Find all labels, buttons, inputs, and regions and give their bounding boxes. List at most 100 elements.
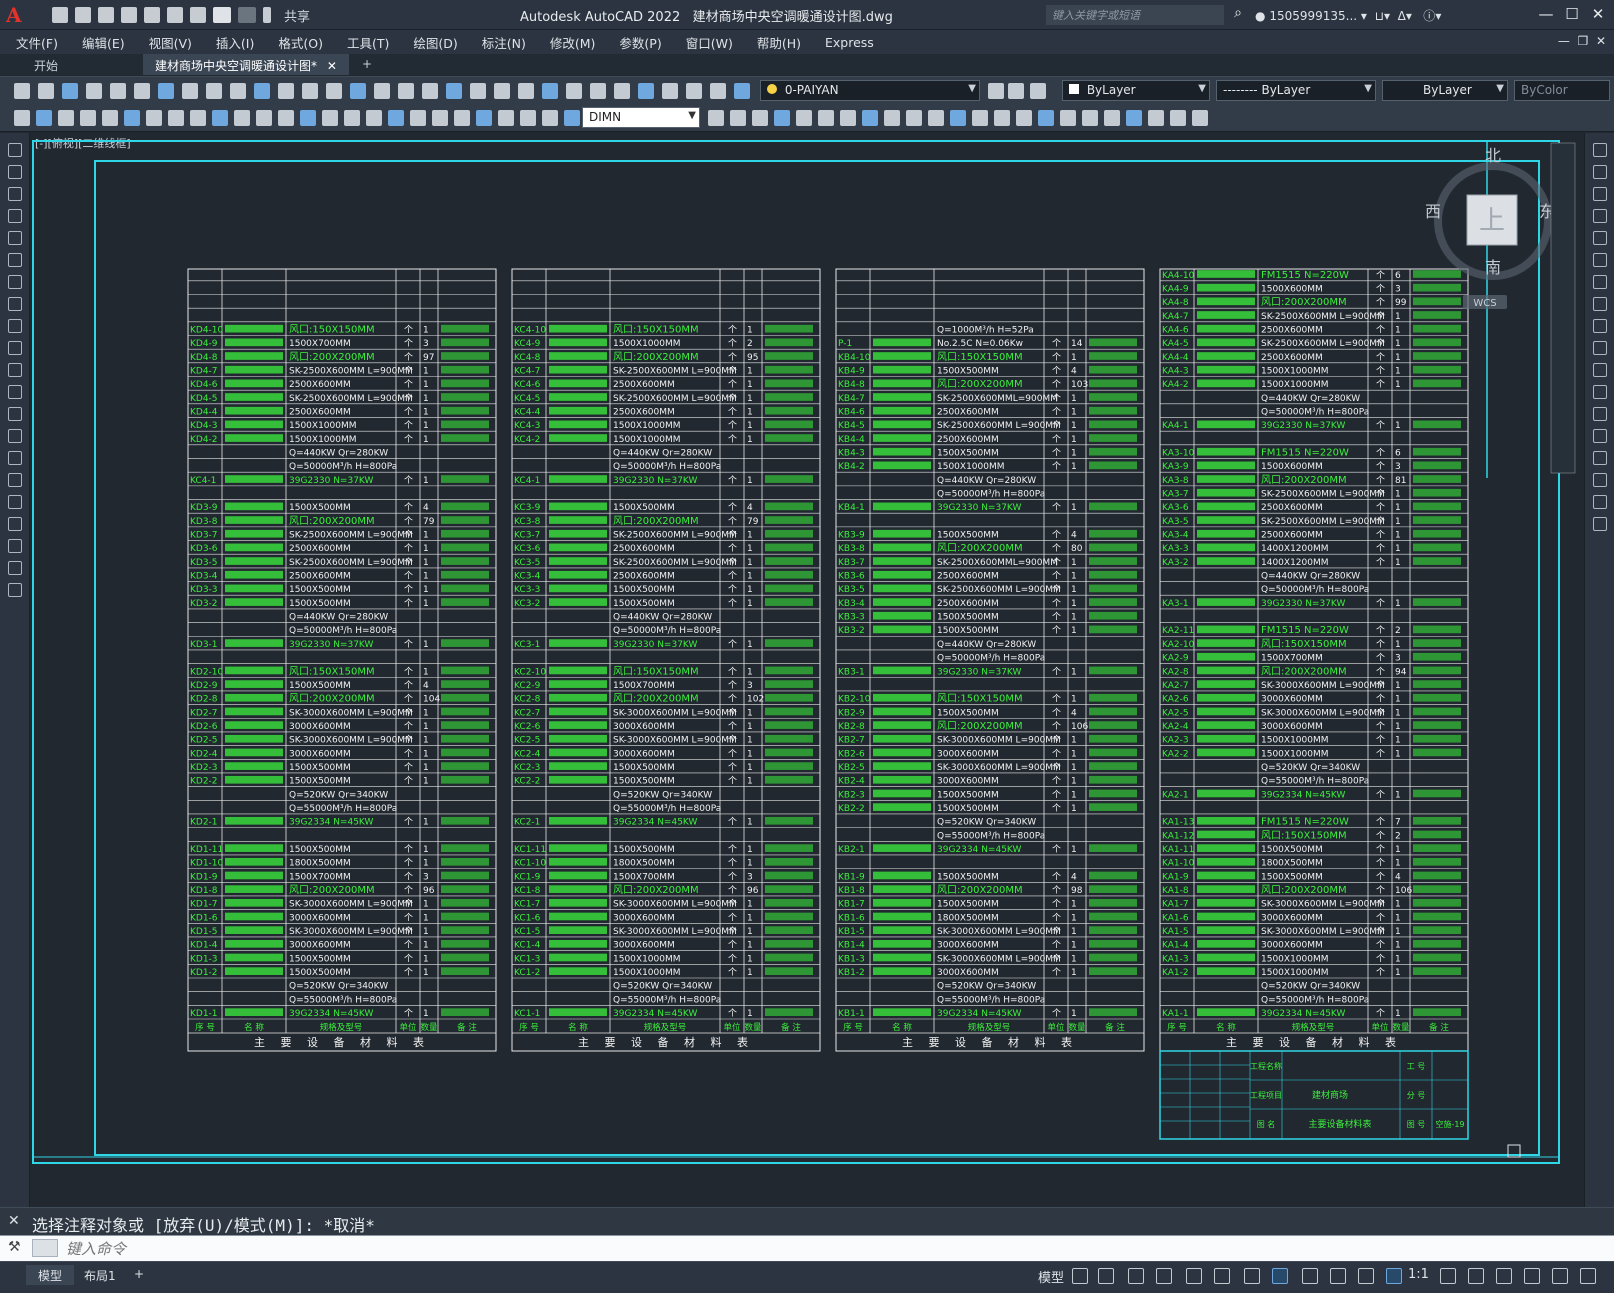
status-toggle-icon-0[interactable] xyxy=(1072,1268,1088,1284)
menu-insert[interactable]: 插入(I) xyxy=(204,33,266,52)
draw-icon-9[interactable] xyxy=(8,341,22,355)
standard-tool-icon-19[interactable] xyxy=(470,83,486,99)
draw-tool-icon-9[interactable] xyxy=(212,110,228,126)
new-icon[interactable] xyxy=(52,7,68,23)
standard-tool-icon-24[interactable] xyxy=(590,83,606,99)
standard-tool-icon-18[interactable] xyxy=(446,83,462,99)
draw-tool-icon-5[interactable] xyxy=(124,110,140,126)
cart-icon[interactable]: ⊔ xyxy=(1375,9,1384,23)
draw-tool-icon-45[interactable] xyxy=(1126,110,1142,126)
standard-tool-icon-4[interactable] xyxy=(110,83,126,99)
autocad-logo[interactable]: A xyxy=(6,3,28,27)
status-toggle-icon-16[interactable] xyxy=(1552,1268,1568,1284)
draw-tool-icon-24[interactable] xyxy=(542,110,558,126)
menu-window[interactable]: 窗口(W) xyxy=(674,33,745,52)
modify-icon-15[interactable] xyxy=(1593,473,1607,487)
export-icon[interactable] xyxy=(167,7,183,23)
menu-help[interactable]: 帮助(H) xyxy=(745,33,813,52)
annotation-scale[interactable]: 1:1 xyxy=(1408,1267,1429,1282)
status-toggle-icon-17[interactable] xyxy=(1580,1268,1596,1284)
draw-icon-0[interactable] xyxy=(8,143,22,157)
draw-tool-icon-32[interactable] xyxy=(840,110,856,126)
modify-icon-1[interactable] xyxy=(1593,165,1607,179)
modify-icon-2[interactable] xyxy=(1593,187,1607,201)
draw-tool-icon-15[interactable] xyxy=(344,110,360,126)
draw-tool-icon-25[interactable] xyxy=(564,110,580,126)
menu-express[interactable]: Express xyxy=(813,35,886,50)
standard-tool-icon-22[interactable] xyxy=(542,83,558,99)
search-box[interactable]: 键入关键字或短语 xyxy=(1046,5,1224,25)
draw-tool-icon-42[interactable] xyxy=(1060,110,1076,126)
status-toggle-icon-11[interactable] xyxy=(1386,1268,1402,1284)
maximize-button[interactable]: ☐ xyxy=(1562,5,1582,25)
tab-layout1[interactable]: 布局1 xyxy=(72,1265,128,1285)
draw-icon-13[interactable] xyxy=(8,429,22,443)
publish-icon[interactable] xyxy=(144,7,160,23)
modify-icon-0[interactable] xyxy=(1593,143,1607,157)
draw-tool-icon-8[interactable] xyxy=(190,110,206,126)
draw-tool-icon-21[interactable] xyxy=(476,110,492,126)
draw-tool-icon-10[interactable] xyxy=(234,110,250,126)
new-tab-button[interactable]: + xyxy=(350,54,384,75)
status-toggle-icon-3[interactable] xyxy=(1156,1268,1172,1284)
draw-icon-14[interactable] xyxy=(8,451,22,465)
standard-tool-icon-2[interactable] xyxy=(62,83,78,99)
draw-icon-5[interactable] xyxy=(8,253,22,267)
save-icon[interactable] xyxy=(98,7,114,23)
tab-model[interactable]: 模型 xyxy=(26,1265,75,1285)
status-toggle-icon-12[interactable] xyxy=(1440,1268,1456,1284)
draw-tool-icon-40[interactable] xyxy=(1016,110,1032,126)
status-toggle-icon-13[interactable] xyxy=(1468,1268,1484,1284)
menu-edit[interactable]: 编辑(E) xyxy=(70,33,137,52)
draw-tool-icon-35[interactable] xyxy=(906,110,922,126)
draw-tool-icon-13[interactable] xyxy=(300,110,316,126)
draw-tool-icon-29[interactable] xyxy=(774,110,790,126)
standard-tool-icon-10[interactable] xyxy=(254,83,270,99)
status-toggle-icon-15[interactable] xyxy=(1524,1268,1540,1284)
doc-window-controls[interactable]: — ❐ ✕ xyxy=(1558,34,1606,48)
standard-tool-icon-23[interactable] xyxy=(566,83,582,99)
draw-icon-4[interactable] xyxy=(8,231,22,245)
draw-tool-icon-44[interactable] xyxy=(1104,110,1120,126)
menu-dimension[interactable]: 标注(N) xyxy=(470,33,538,52)
modify-icon-10[interactable] xyxy=(1593,363,1607,377)
standard-tool-icon-15[interactable] xyxy=(374,83,390,99)
model-space-label[interactable]: 模型 xyxy=(1038,1267,1064,1286)
modify-icon-16[interactable] xyxy=(1593,495,1607,509)
draw-tool-icon-47[interactable] xyxy=(1170,110,1186,126)
standard-tool-icon-21[interactable] xyxy=(518,83,534,99)
command-prefix-icon[interactable] xyxy=(32,1239,58,1257)
standard-tool-icon-26[interactable] xyxy=(638,83,654,99)
standard-tool-icon-27[interactable] xyxy=(662,83,678,99)
drawing-viewport[interactable]: [-][俯视][二维线框] KD4-10 风口:150X150MM 1 个 KD4-9 1… xyxy=(31,133,1583,1207)
status-toggle-icon-6[interactable] xyxy=(1244,1268,1260,1284)
search-icon[interactable]: ⌕ xyxy=(1228,5,1248,25)
standard-tool-icon-9[interactable] xyxy=(230,83,246,99)
redo-icon[interactable] xyxy=(238,7,256,23)
draw-tool-icon-17[interactable] xyxy=(388,110,404,126)
draw-tool-icon-19[interactable] xyxy=(432,110,448,126)
standard-tool-icon-29[interactable] xyxy=(710,83,726,99)
drawing-canvas[interactable]: KD4-10 风口:150X150MM 1个KD4-9 1500X700MM 3个KD4… xyxy=(31,133,1583,1207)
standard-tool-icon-5[interactable] xyxy=(134,83,150,99)
status-toggle-icon-5[interactable] xyxy=(1214,1268,1230,1284)
tab-document[interactable]: 建材商场中央空调暖通设计图* ✕ xyxy=(143,54,349,75)
modify-icon-7[interactable] xyxy=(1593,297,1607,311)
standard-tool-icon-25[interactable] xyxy=(614,83,630,99)
status-toggle-icon-14[interactable] xyxy=(1496,1268,1512,1284)
draw-tool-icon-43[interactable] xyxy=(1082,110,1098,126)
draw-icon-20[interactable] xyxy=(8,583,22,597)
draw-tool-icon-6[interactable] xyxy=(146,110,162,126)
menu-modify[interactable]: 修改(M) xyxy=(538,33,608,52)
community-icon[interactable]: Δ xyxy=(1398,9,1406,23)
menu-file[interactable]: 文件(F) xyxy=(0,33,70,52)
standard-tool-icon-33[interactable] xyxy=(1030,83,1046,99)
draw-icon-2[interactable] xyxy=(8,187,22,201)
draw-tool-icon-7[interactable] xyxy=(168,110,184,126)
modify-icon-8[interactable] xyxy=(1593,319,1607,333)
draw-tool-icon-16[interactable] xyxy=(366,110,382,126)
draw-icon-7[interactable] xyxy=(8,297,22,311)
draw-icon-15[interactable] xyxy=(8,473,22,487)
save-as-icon[interactable] xyxy=(121,7,137,23)
draw-icon-3[interactable] xyxy=(8,209,22,223)
